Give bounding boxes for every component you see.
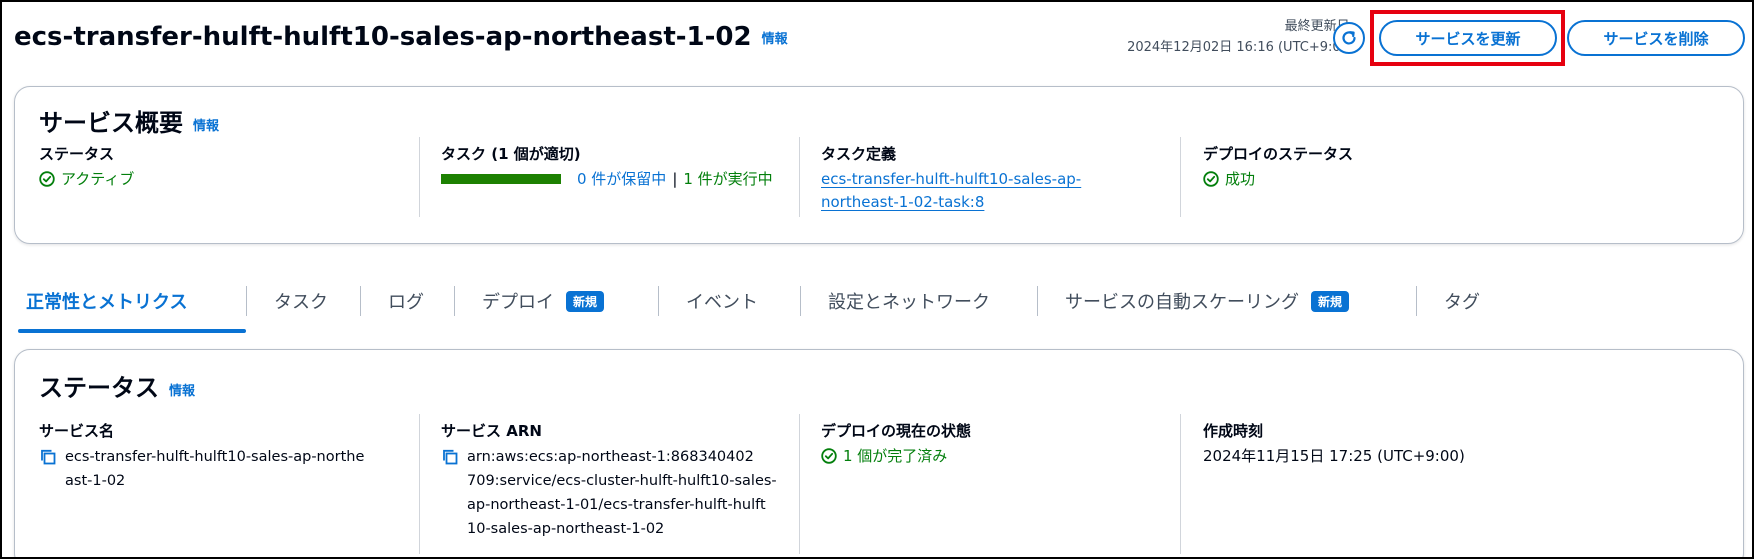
overview-deploy-col: デプロイのステータス 成功	[1203, 143, 1598, 189]
tab-health-metrics[interactable]: 正常性とメトリクス	[26, 272, 187, 330]
last-updated-label: 最終更新日:	[1284, 19, 1354, 34]
tab-events[interactable]: イベント	[686, 272, 758, 330]
tab-tasks[interactable]: タスク	[274, 272, 328, 330]
page-title: ecs-transfer-hulft-hulft10-sales-ap-nort…	[14, 22, 788, 52]
status-value-text: アクティブ	[61, 170, 135, 188]
overview-tasks-col: タスク (1 個が適切) 0 件が保留中 | 1 件が実行中	[441, 143, 836, 189]
overview-title-text: サービス概要	[39, 109, 183, 137]
arn-line-2: 709:service/ecs-cluster-hulft-hulft10-sa…	[467, 473, 777, 489]
tasks-running[interactable]: 1 件が実行中	[683, 168, 772, 189]
task-def-link[interactable]: ecs-transfer-hulft-hulft10-sales-ap- nor…	[821, 168, 1216, 214]
overview-title: サービス概要 情報	[39, 103, 219, 138]
tab-separator	[800, 286, 801, 316]
overview-divider-2	[799, 137, 800, 217]
service-name-value: ecs-transfer-hulft-hulft10-sales-ap-nort…	[39, 445, 434, 493]
deploy-status-text: 成功	[1225, 170, 1256, 188]
service-name-line-1: ecs-transfer-hulft-hulft10-sales-ap-nort…	[65, 449, 365, 465]
status-value: アクティブ	[39, 168, 434, 189]
overview-divider-1	[419, 137, 420, 217]
last-updated: 最終更新日: 2024年12月02日 16:16 (UTC+9:00)	[1127, 16, 1354, 58]
tab-logs[interactable]: ログ	[388, 272, 424, 330]
refresh-icon	[1342, 31, 1356, 45]
service-overview-card: サービス概要 情報 ステータス アクティブ タスク (1 個が適切) 0 件が保留…	[14, 86, 1744, 244]
check-circle-icon	[39, 170, 55, 187]
tasks-progress-bar	[441, 173, 561, 184]
tasks-pending[interactable]: 0 件が保留中	[577, 168, 666, 189]
service-arn-col: サービス ARN arn:aws:ecs:ap-northeast-1:8683…	[441, 420, 836, 541]
task-def-line-2[interactable]: northeast-1-02-task:8	[821, 191, 1216, 214]
tab-separator	[1416, 286, 1417, 316]
status-card: ステータス 情報 サービス名 ecs-transfer-hulft-hulft10…	[14, 349, 1744, 557]
tab-deploy-label: デプロイ	[482, 292, 554, 313]
new-badge: 新規	[566, 290, 605, 312]
tab-autoscaling-label: サービスの自動スケーリング	[1065, 292, 1299, 313]
tab-separator	[360, 286, 361, 316]
deploy-state-col: デプロイの現在の状態 1 個が完了済み	[821, 420, 1216, 466]
created-value: 2024年11月15日 17:25 (UTC+9:00)	[1203, 447, 1465, 465]
status-title-text: ステータス	[39, 374, 159, 402]
new-badge: 新規	[1311, 290, 1350, 312]
title-info-link[interactable]: 情報	[762, 32, 788, 47]
tab-logs-label: ログ	[388, 292, 424, 313]
service-title: ecs-transfer-hulft-hulft10-sales-ap-nort…	[14, 22, 752, 52]
deploy-state-text: 1 個が完了済み	[843, 447, 948, 465]
arn-line-4: 10-sales-ap-northeast-1-02	[467, 521, 665, 537]
deploy-status-value: 成功	[1203, 168, 1598, 189]
service-name-col: サービス名 ecs-transfer-hulft-hulft10-sales-a…	[39, 420, 434, 493]
overview-info-link[interactable]: 情報	[193, 119, 219, 134]
status-info-link[interactable]: 情報	[169, 384, 195, 399]
created-label: 作成時刻	[1203, 422, 1264, 440]
tasks-value: 0 件が保留中 | 1 件が実行中	[441, 168, 836, 189]
tab-health-metrics-label: 正常性とメトリクス	[26, 292, 188, 313]
arn-line-1: arn:aws:ecs:ap-northeast-1:868340402	[467, 449, 754, 465]
status-divider-2	[799, 414, 800, 554]
detail-tabs: 正常性とメトリクス タスク ログ デプロイ 新規 イベント 設定とネットワーク サ…	[18, 272, 1752, 334]
overview-status-col: ステータス アクティブ	[39, 143, 434, 189]
last-updated-value: 2024年12月02日 16:16 (UTC+9:00)	[1127, 40, 1354, 55]
service-detail-page: ecs-transfer-hulft-hulft10-sales-ap-nort…	[2, 2, 1752, 557]
tab-autoscaling[interactable]: サービスの自動スケーリング 新規	[1065, 272, 1350, 330]
tab-config-network-label: 設定とネットワーク	[828, 292, 990, 313]
tab-events-label: イベント	[686, 292, 758, 313]
tab-deploy[interactable]: デプロイ 新規	[482, 272, 605, 330]
deploy-state-label: デプロイの現在の状態	[821, 422, 972, 440]
status-label: ステータス	[39, 145, 115, 163]
status-title: ステータス 情報	[39, 368, 195, 403]
copy-icon[interactable]	[39, 448, 57, 466]
service-arn-label: サービス ARN	[441, 422, 542, 440]
highlight-box	[1370, 10, 1565, 66]
service-name-line-2: ast-1-02	[65, 473, 126, 489]
service-name-label: サービス名	[39, 422, 115, 440]
copy-icon[interactable]	[441, 448, 459, 466]
task-def-line-1[interactable]: ecs-transfer-hulft-hulft10-sales-ap-	[821, 168, 1216, 191]
task-def-label: タスク定義	[821, 145, 897, 163]
tab-tags-label: タグ	[1444, 292, 1480, 313]
refresh-button[interactable]	[1333, 22, 1365, 54]
check-circle-icon	[1203, 170, 1219, 187]
deploy-state-value: 1 個が完了済み	[821, 445, 1216, 466]
tab-config-network[interactable]: 設定とネットワーク	[828, 272, 990, 330]
tab-tags[interactable]: タグ	[1444, 272, 1480, 330]
active-tab-underline	[18, 329, 246, 333]
tab-separator	[246, 286, 247, 316]
tab-tasks-label: タスク	[274, 292, 328, 313]
service-arn-value: arn:aws:ecs:ap-northeast-1:868340402 709…	[441, 445, 836, 541]
tab-separator	[658, 286, 659, 316]
deploy-status-label: デプロイのステータス	[1203, 145, 1354, 163]
tab-separator	[1037, 286, 1038, 316]
tab-separator	[454, 286, 455, 316]
arn-line-3: ap-northeast-1-01/ecs-transfer-hulft-hul…	[467, 497, 766, 513]
created-col: 作成時刻 2024年11月15日 17:25 (UTC+9:00)	[1203, 420, 1598, 468]
overview-taskdef-col: タスク定義 ecs-transfer-hulft-hulft10-sales-a…	[821, 143, 1216, 214]
status-divider-1	[419, 414, 420, 554]
status-divider-3	[1180, 414, 1181, 554]
tasks-separator: |	[672, 169, 678, 188]
check-circle-icon	[821, 447, 837, 464]
overview-divider-3	[1180, 137, 1181, 217]
tasks-label: タスク (1 個が適切)	[441, 145, 581, 163]
delete-service-button[interactable]: サービスを削除	[1567, 20, 1745, 56]
